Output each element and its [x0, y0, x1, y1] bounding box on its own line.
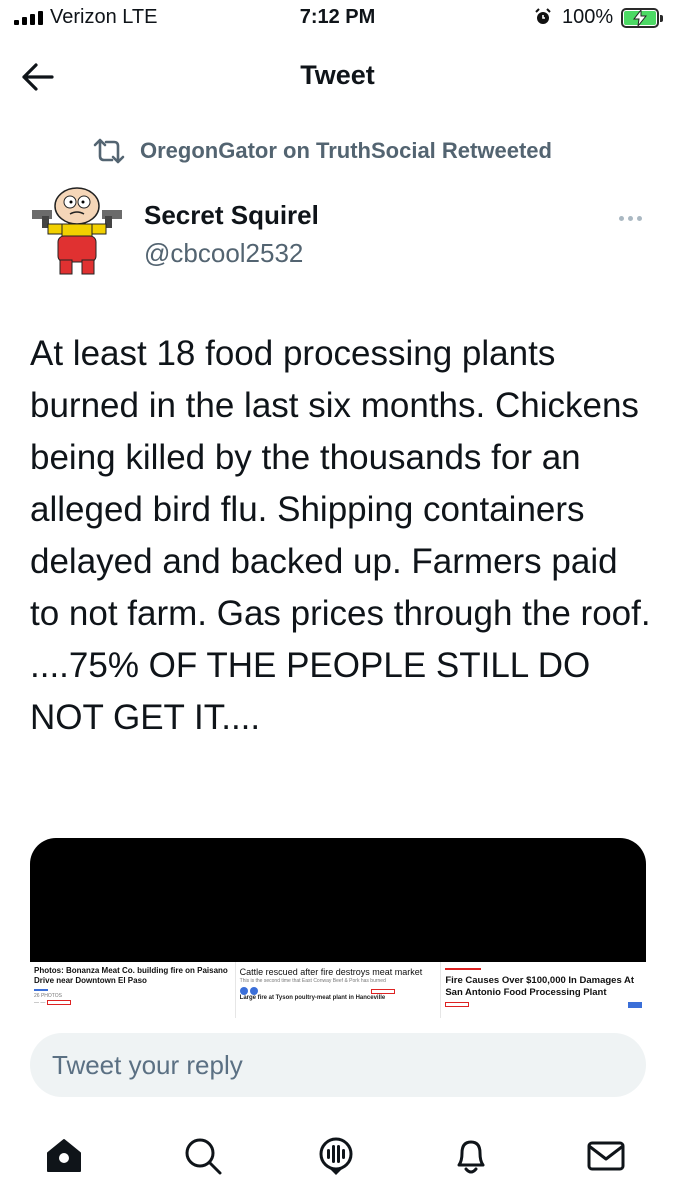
media-article-strip: Photos: Bonanza Meat Co. building fire o…: [30, 962, 646, 1018]
author-handle[interactable]: @cbcool2532: [144, 238, 303, 269]
tweet-media[interactable]: Photos: Bonanza Meat Co. building fire o…: [30, 838, 646, 1018]
alarm-icon: [535, 8, 551, 24]
media-article-2-title: Cattle rescued after fire destroys meat …: [239, 967, 423, 977]
retweet-context-label: OregonGator on TruthSocial Retweeted: [140, 138, 552, 163]
notifications-icon: [457, 1140, 485, 1174]
reply-bar[interactable]: [30, 1033, 646, 1097]
page-title: Tweet: [300, 60, 375, 90]
nav-home[interactable]: [43, 1135, 85, 1177]
more-options-button[interactable]: [614, 208, 646, 228]
media-article-1-meta: 26 PHOTOS: [34, 993, 62, 999]
reply-input[interactable]: [30, 1033, 646, 1097]
media-article-2-bottom: Large fire at Tyson poultry-meat plant i…: [239, 995, 386, 1002]
nav-notifications[interactable]: [450, 1135, 492, 1177]
nav-messages[interactable]: [585, 1135, 627, 1177]
media-article-1: Photos: Bonanza Meat Co. building fire o…: [30, 962, 236, 1018]
author-name[interactable]: Secret Squirel: [144, 200, 319, 231]
retweet-context[interactable]: OregonGator on TruthSocial Retweeted: [92, 138, 552, 164]
home-icon: [47, 1139, 81, 1172]
status-bar: Verizon LTE 7:12 PM 100%: [0, 0, 675, 38]
tweet-text: At least 18 food processing plants burne…: [30, 334, 651, 737]
more-dots-icon: [618, 215, 624, 221]
avatar[interactable]: [28, 180, 126, 278]
nav-search[interactable]: [182, 1135, 224, 1177]
nav-spaces[interactable]: [315, 1135, 357, 1177]
battery-percent: 100%: [562, 6, 614, 28]
cartoon-avatar-icon: [28, 180, 126, 278]
search-icon: [185, 1138, 222, 1175]
battery-icon: [621, 8, 663, 28]
spaces-icon: [319, 1137, 353, 1175]
media-article-1-title: Photos: Bonanza Meat Co. building fire o…: [34, 966, 228, 985]
retweet-icon: [93, 138, 125, 164]
media-article-2: Cattle rescued after fire destroys meat …: [236, 962, 442, 1018]
messages-icon: [587, 1141, 625, 1171]
media-article-3-title: Fire Causes Over $100,000 In Damages At …: [445, 975, 635, 998]
media-article-2-subtitle: This is the second time that East Conway…: [239, 978, 386, 984]
media-article-3: Fire Causes Over $100,000 In Damages At …: [441, 962, 646, 1018]
